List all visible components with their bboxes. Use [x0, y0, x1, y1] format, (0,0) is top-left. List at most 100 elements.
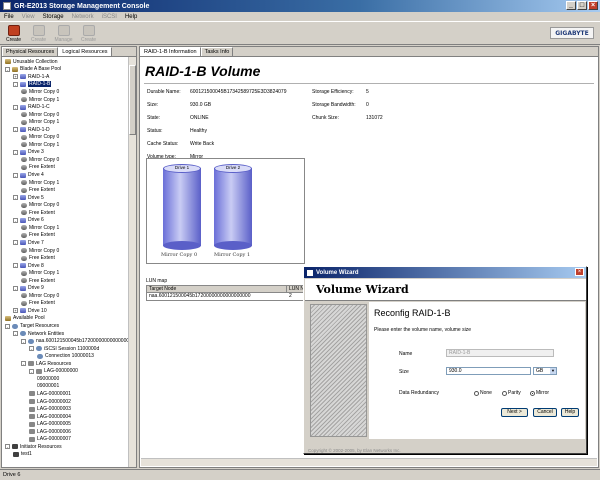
tree-item[interactable]: Mirror Copy 1 [21, 96, 59, 104]
tree-item[interactable]: Mirror Copy 0 [21, 111, 59, 119]
menu-item-view[interactable]: View [22, 14, 35, 20]
next-button[interactable]: Next > [501, 408, 528, 417]
tree-item[interactable]: Free Extent [21, 254, 55, 262]
toolbar-button-3[interactable]: Create [78, 22, 99, 44]
tree-item[interactable]: Free Extent [21, 209, 55, 217]
menu-item-help[interactable]: Help [125, 14, 137, 20]
tree-item[interactable]: - Drive 3 [13, 149, 44, 157]
help-button[interactable]: Help [561, 408, 579, 417]
tree-item[interactable]: Mirror Copy 1 [21, 118, 59, 126]
collapse-icon[interactable]: - [29, 368, 34, 374]
tree-item[interactable]: + RAID-1-A [13, 73, 49, 81]
tree-item[interactable]: - LAG Resources [21, 360, 71, 368]
tree-item[interactable]: Free Extent [21, 186, 55, 194]
tree-item[interactable]: Available Pool [5, 315, 45, 323]
toolbar-button-1[interactable]: Create [28, 22, 49, 44]
menu-item-iscsi[interactable]: iSCSI [102, 14, 117, 20]
tree-item[interactable]: Free Extent [21, 232, 55, 240]
collapse-icon[interactable]: - [21, 338, 26, 344]
size-unit-select[interactable]: GB ▼ [533, 367, 557, 375]
collapse-icon[interactable]: - [13, 81, 18, 87]
cancel-button[interactable]: Cancel [533, 408, 557, 417]
tree-item[interactable]: LAG-00000002 [29, 398, 71, 406]
tree-item[interactable]: - RAID-1-B [13, 81, 52, 89]
tree-item[interactable]: LAG-00000007 [29, 436, 71, 444]
tree-scrollbar[interactable] [128, 57, 136, 467]
radio-parity-button[interactable] [502, 390, 507, 396]
collapse-icon[interactable]: - [13, 331, 18, 337]
tree-item[interactable]: Free Extent [21, 277, 55, 285]
menu-item-storage[interactable]: Storage [43, 14, 64, 20]
expand-icon[interactable]: + [13, 74, 18, 80]
tree-item[interactable]: - Drive 9 [13, 285, 44, 293]
tree-item[interactable]: - Target Resources [5, 322, 59, 330]
tree-item[interactable]: LAG-00000006 [29, 428, 71, 436]
menu-item-network[interactable]: Network [72, 14, 94, 20]
name-field[interactable]: RAID-1-B [446, 349, 554, 357]
tree-item[interactable]: LAG-00000001 [29, 390, 71, 398]
tree-item[interactable]: Free Extent [21, 164, 55, 172]
tree-item[interactable]: - naa.600121500045b17200000000000000000 [21, 337, 136, 345]
tree-item[interactable]: - RAID-1-C [13, 103, 50, 111]
tree-item[interactable]: Mirror Copy 0 [21, 247, 59, 255]
expand-icon[interactable]: + [13, 308, 18, 314]
radio-mirror-button[interactable] [530, 390, 535, 396]
tree-item[interactable]: Mirror Copy 1 [21, 179, 59, 187]
collapse-icon[interactable]: - [5, 323, 10, 329]
tree-item[interactable]: Unusable Collection [5, 58, 57, 66]
tree-item[interactable]: 09000001 [37, 383, 59, 391]
tree-item[interactable]: Mirror Copy 1 [21, 269, 59, 277]
collapse-icon[interactable]: - [13, 149, 18, 155]
collapse-icon[interactable]: - [13, 172, 18, 178]
radio-none[interactable]: None [474, 390, 492, 396]
collapse-icon[interactable]: - [13, 240, 18, 246]
scroll-thumb[interactable] [129, 65, 136, 135]
tree-item[interactable]: Connection 10000013 [37, 352, 94, 360]
collapse-icon[interactable]: - [13, 217, 18, 223]
tree-item[interactable]: - Blade A Base Pool [5, 66, 61, 74]
tree-item[interactable]: - Drive 4 [13, 171, 44, 179]
tree-item[interactable]: Mirror Copy 0 [21, 88, 59, 96]
tree-item[interactable]: 09000000 [37, 375, 59, 383]
collapse-icon[interactable]: - [29, 346, 34, 352]
collapse-icon[interactable]: - [13, 127, 18, 133]
tree-item[interactable]: - Drive 7 [13, 239, 44, 247]
toolbar-button-2[interactable]: Manage [53, 22, 74, 44]
radio-parity[interactable]: Parity [502, 390, 521, 396]
collapse-icon[interactable]: - [13, 104, 18, 110]
tab-tasks-info[interactable]: Tasks Info [200, 47, 234, 56]
tab-physical-resources[interactable]: Physical Resources [2, 47, 59, 56]
maximize-button[interactable]: □ [577, 1, 587, 10]
tree-item[interactable]: test1 [13, 451, 32, 459]
tree-item[interactable]: - LAG-00000000 [29, 368, 78, 376]
tree-item[interactable]: Mirror Copy 0 [21, 134, 59, 142]
window-title-bar[interactable]: GR-E2013 Storage Management Console _ □ … [0, 0, 600, 12]
collapse-icon[interactable]: - [13, 195, 18, 201]
collapse-icon[interactable]: - [21, 361, 26, 367]
minimize-button[interactable]: _ [566, 1, 576, 10]
radio-mirror[interactable]: Mirror [530, 390, 549, 396]
tree-item[interactable]: - RAID-1-D [13, 126, 50, 134]
tree-item[interactable]: - iSCSI Session 1100000d [29, 345, 99, 353]
tab-logical-resources[interactable]: Logical Resources [58, 47, 112, 56]
tree-item[interactable]: LAG-00000004 [29, 413, 71, 421]
tree-item[interactable]: - Drive 5 [13, 194, 44, 202]
close-button[interactable]: × [588, 1, 598, 10]
collapse-icon[interactable]: - [5, 66, 10, 72]
tree-item[interactable]: Mirror Copy 1 [21, 224, 59, 232]
collapse-icon[interactable]: - [5, 444, 10, 450]
tree-item[interactable]: Mirror Copy 0 [21, 156, 59, 164]
tree-item[interactable]: - Drive 6 [13, 217, 44, 225]
column-header-target-node[interactable]: Target Node [147, 286, 287, 292]
tree-item[interactable]: + Drive 10 [13, 307, 47, 315]
tab-raid-info[interactable]: RAID-1-B Information [140, 47, 201, 56]
tree-item[interactable]: - Initiator Resources [5, 443, 62, 451]
detail-scrollbar[interactable] [141, 458, 597, 466]
tree-item[interactable]: - Network Entities [13, 330, 64, 338]
collapse-icon[interactable]: - [13, 263, 18, 269]
wizard-close-button[interactable]: × [575, 268, 584, 276]
radio-none-button[interactable] [474, 390, 479, 396]
tree-item[interactable]: Mirror Copy 0 [21, 201, 59, 209]
menu-item-file[interactable]: File [4, 14, 14, 20]
tree-item[interactable]: LAG-00000005 [29, 420, 71, 428]
